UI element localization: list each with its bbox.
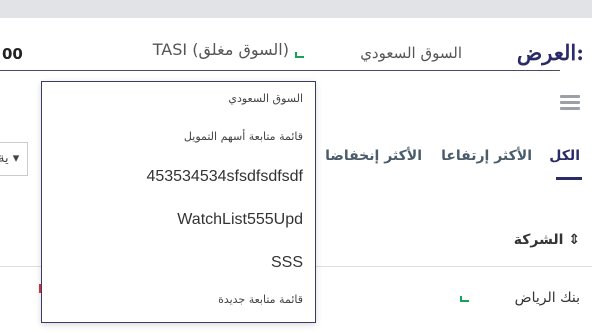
active-tab-indicator <box>556 177 582 180</box>
hamburger-icon[interactable] <box>560 95 580 113</box>
green-corner-icon <box>460 296 469 302</box>
dropdown-item-watchlist-3[interactable]: 453534534sfsdfsdfsdf <box>146 168 303 186</box>
view-label: العرض: <box>516 40 584 65</box>
market-selector[interactable]: السوق السعودي <box>360 44 462 62</box>
tab-all[interactable]: الكل <box>549 148 580 164</box>
dropdown-item-finance-watchlist[interactable]: قائمة متابعة أسهم التمويل <box>184 130 303 143</box>
tab-top-losers[interactable]: الأكثر إنخفاضا <box>325 148 422 164</box>
dropdown-item-saudi-market[interactable]: السوق السعودي <box>228 92 303 105</box>
page: العرض: السوق السعودي TASI (السوق مغلق) 0… <box>0 0 592 333</box>
tab-top-gainers[interactable]: الأكثر إرتفاعا <box>441 148 532 164</box>
column-header-company[interactable]: الشركة ⇕ <box>514 232 580 248</box>
dropdown-item-watchlist-4[interactable]: WatchList555Upd <box>177 211 303 229</box>
filter-select[interactable]: ية ▾ <box>0 142 28 176</box>
watchlist-dropdown: السوق السعودي قائمة متابعة أسهم التمويل … <box>41 81 316 323</box>
top-bar <box>0 0 592 18</box>
dropdown-item-watchlist-5[interactable]: SSS <box>271 254 303 272</box>
green-corner-icon <box>295 52 304 58</box>
index-value: 00 <box>2 45 23 63</box>
dropdown-item-new-watchlist[interactable]: قائمة متابعة جديدة <box>218 293 303 306</box>
table-row-company[interactable]: بنك الرياض <box>515 290 580 306</box>
header-divider <box>0 70 560 71</box>
index-status: TASI (السوق مغلق) <box>152 40 289 59</box>
